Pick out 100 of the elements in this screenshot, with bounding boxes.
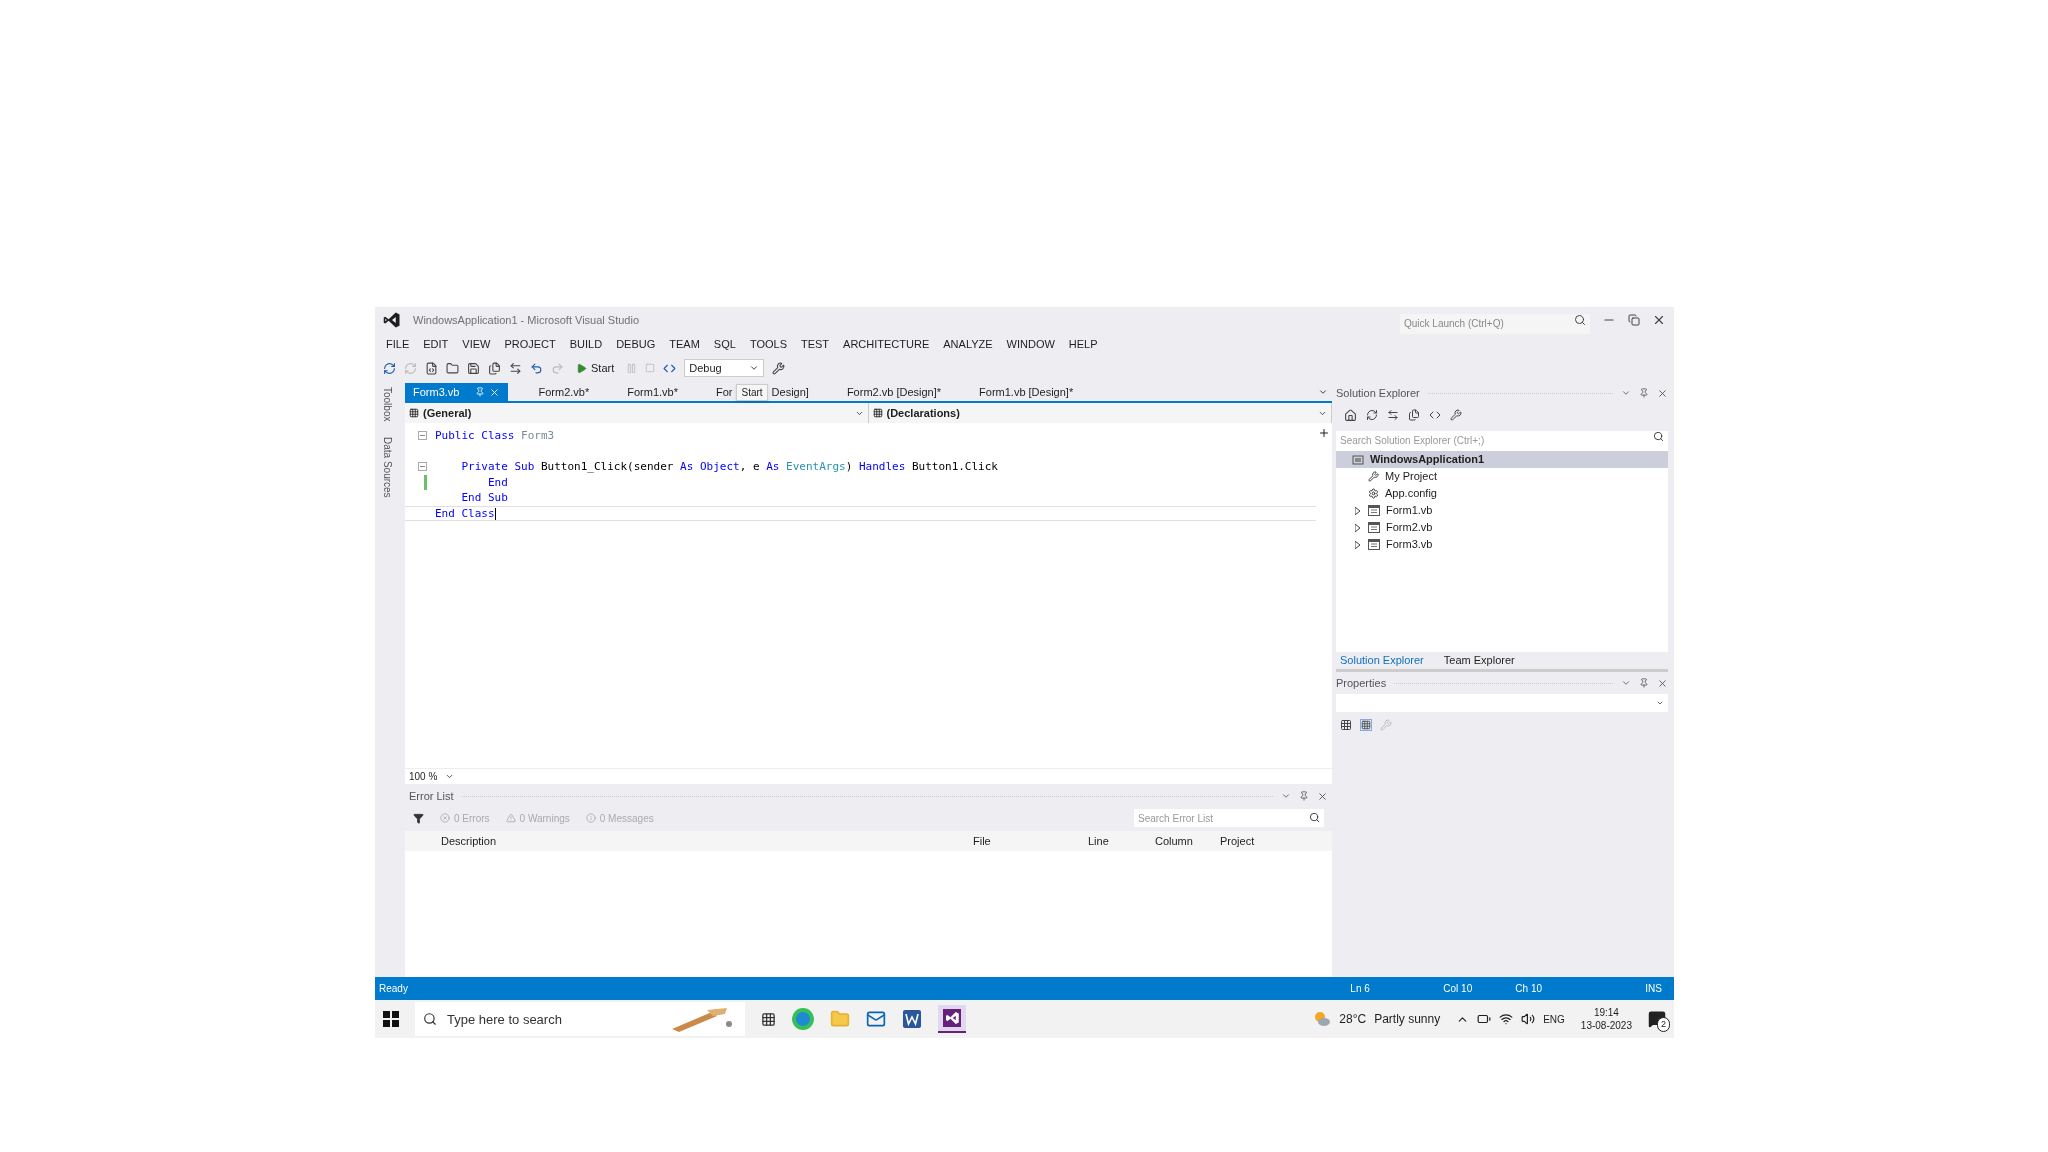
collapse-icon[interactable]	[418, 431, 427, 441]
window-title: WindowsApplication1 - Microsoft Visual Studio	[413, 312, 639, 328]
tooltip: Start	[736, 383, 768, 401]
refresh-icon[interactable]	[1366, 409, 1378, 421]
form-icon	[1368, 522, 1380, 533]
pin-icon[interactable]	[1299, 791, 1309, 801]
mail-icon[interactable]	[866, 1009, 886, 1029]
collapse-all-icon[interactable]	[1408, 409, 1420, 421]
menu-item[interactable]: BUILD	[562, 335, 610, 353]
error-icon	[440, 813, 450, 823]
grid-icon	[872, 408, 883, 418]
menu-item[interactable]: DEBUG	[609, 335, 663, 353]
zoom-level[interactable]: 100 %	[409, 769, 438, 784]
battery-icon[interactable]	[1477, 1012, 1492, 1026]
menu-item[interactable]: ARCHITECTURE	[836, 335, 937, 353]
search-icon	[1653, 431, 1664, 442]
menu-item[interactable]: HELP	[1061, 335, 1105, 353]
search-icon	[423, 1012, 437, 1026]
save-all-icon[interactable]	[488, 361, 501, 375]
restore-icon[interactable]	[1628, 314, 1640, 326]
error-search-field[interactable]: Search Error List	[1134, 809, 1324, 827]
start-icon[interactable]	[383, 1011, 399, 1027]
document-tab[interactable]: Form1.vb*	[619, 383, 686, 401]
side-tab[interactable]: Toolbox	[379, 387, 395, 422]
code-icon[interactable]	[1429, 409, 1441, 421]
tree-item[interactable]: Form3.vb	[1352, 536, 1668, 553]
language-indicator[interactable]: ENG	[1543, 1011, 1565, 1027]
tree-item[interactable]: App.config	[1352, 485, 1668, 502]
word-icon[interactable]	[902, 1009, 922, 1029]
close-icon[interactable]	[1657, 387, 1668, 399]
panel-tab[interactable]: Team Explorer	[1439, 652, 1519, 669]
document-tab[interactable]: Form3.vb	[405, 383, 509, 401]
tree-item[interactable]: My Project	[1352, 468, 1668, 485]
clock-time[interactable]: 19:14	[1593, 1006, 1619, 1019]
undo-icon[interactable]	[530, 361, 543, 375]
browser-icon[interactable]	[792, 1008, 814, 1030]
panel-title: Solution Explorer	[1336, 385, 1420, 401]
wifi-icon[interactable]	[1499, 1012, 1514, 1026]
column-header[interactable]: Project	[1212, 832, 1332, 850]
filter-icon[interactable]	[413, 812, 424, 824]
panel-tab[interactable]: Solution Explorer	[1336, 652, 1428, 669]
tab-list-icon[interactable]	[1318, 387, 1328, 397]
weather-text: Partly sunny	[1374, 1011, 1441, 1028]
close-icon[interactable]	[1652, 313, 1666, 327]
save-icon[interactable]	[467, 361, 480, 375]
info-icon	[585, 813, 596, 823]
tree-item[interactable]: Form2.vb	[1352, 519, 1668, 536]
menu-item[interactable]: WINDOW	[999, 335, 1062, 353]
menu-item[interactable]: FILE	[379, 335, 417, 353]
tree-item[interactable]: Form1.vb	[1352, 502, 1668, 519]
close-icon[interactable]	[1317, 790, 1328, 802]
new-project-icon[interactable]	[425, 361, 438, 375]
menu-item[interactable]: SQL	[706, 335, 743, 353]
document-tab[interactable]: Form2.vb*	[530, 383, 598, 401]
side-tab[interactable]: Data Sources	[379, 437, 395, 499]
menu-item[interactable]: TEST	[793, 335, 837, 353]
close-icon[interactable]	[1657, 677, 1668, 689]
menu-item[interactable]: EDIT	[416, 335, 456, 353]
menu-item[interactable]: VIEW	[455, 335, 498, 353]
column-header[interactable]: Column	[1147, 832, 1212, 850]
weather-icon	[1313, 1010, 1332, 1028]
tree-label: Form3.vb	[1386, 537, 1433, 553]
tools-icon[interactable]	[772, 361, 786, 375]
tree-item[interactable]: WindowsApplication1	[1336, 451, 1668, 468]
collapse-icon[interactable]	[418, 462, 427, 472]
pin-icon[interactable]	[1639, 678, 1649, 688]
expand-arrow-icon[interactable]	[1354, 506, 1360, 515]
code-line: End Sub	[461, 490, 508, 506]
visual-studio-taskbar-icon[interactable]	[938, 1005, 966, 1033]
sync-icon[interactable]	[1387, 409, 1399, 421]
line-indicator: Ln 6	[1350, 982, 1371, 996]
pin-icon[interactable]	[1639, 388, 1649, 398]
menu-item[interactable]: ANALYZE	[936, 335, 1000, 353]
start-button[interactable]: Start	[572, 359, 619, 377]
play-icon	[576, 362, 587, 374]
warning-icon	[505, 813, 516, 823]
home-icon[interactable]	[1344, 408, 1357, 422]
split-icon[interactable]	[1318, 427, 1330, 439]
open-file-icon[interactable]	[446, 361, 459, 375]
expand-arrow-icon[interactable]	[1354, 540, 1360, 549]
menu-item[interactable]: PROJECT	[497, 335, 563, 353]
document-tab[interactable]: For Start Design]	[707, 383, 817, 401]
menu-item[interactable]: TEAM	[662, 335, 707, 353]
pin-icon[interactable]	[475, 387, 486, 397]
document-tab[interactable]: Form2.vb [Design]*	[838, 383, 950, 401]
menu-item[interactable]: TOOLS	[742, 335, 794, 353]
close-tab-icon[interactable]	[489, 386, 501, 398]
quick-launch-field[interactable]: Quick Launch (Ctrl+Q)	[1400, 313, 1590, 334]
column-header[interactable]: Description	[405, 832, 965, 850]
notifications-button[interactable]: 2	[1648, 1010, 1666, 1028]
column-header[interactable]: Line	[1080, 832, 1147, 850]
code-line: Public Class Form3	[435, 428, 555, 444]
clock-date[interactable]: 13-08-2023	[1580, 1019, 1632, 1032]
properties-icon[interactable]	[1450, 409, 1462, 421]
column-header[interactable]: File	[965, 832, 1080, 850]
volume-icon[interactable]	[1521, 1012, 1536, 1026]
form-icon	[1368, 539, 1380, 550]
configuration-dropdown[interactable]: Debug	[684, 359, 765, 377]
expand-arrow-icon[interactable]	[1354, 523, 1360, 532]
document-tab[interactable]: Form1.vb [Design]*	[971, 383, 1082, 401]
